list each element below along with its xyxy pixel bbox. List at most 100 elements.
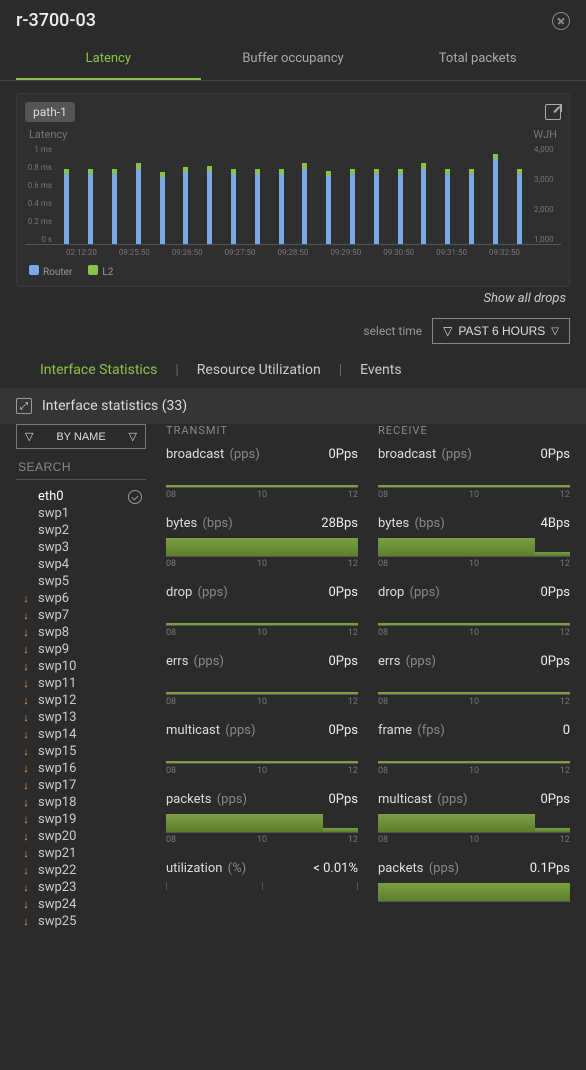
spark-x-tick: 12 — [348, 559, 358, 569]
bar — [302, 163, 307, 244]
spark-x-tick: 10 — [257, 835, 267, 845]
external-link-icon[interactable] — [545, 104, 561, 120]
legend-swatch — [88, 265, 98, 275]
metric-name: drop — [378, 585, 404, 600]
metric-value: 0Pps — [328, 585, 358, 600]
interface-list: eth0swp1swp2swp3swp4swp5↓swp6↓swp7↓swp8↓… — [16, 488, 146, 1070]
spark-x-tick: 10 — [469, 766, 479, 776]
interface-row-swp25[interactable]: ↓swp25 — [16, 913, 146, 930]
spark-x-tick: 12 — [560, 628, 570, 638]
metric-name: broadcast — [166, 447, 224, 462]
x-tick: 09:29:50 — [330, 248, 361, 257]
down-arrow-icon: ↓ — [20, 898, 32, 911]
interface-name: swp18 — [38, 795, 76, 810]
y-left-tick: 1 ms — [25, 145, 52, 154]
bar — [279, 169, 284, 244]
metric-unit: (pps) — [214, 792, 248, 807]
interface-name: swp23 — [38, 880, 76, 895]
interface-row-swp22[interactable]: ↓swp22 — [16, 862, 146, 879]
x-tick: 09:32:50 — [489, 248, 520, 257]
spark-x-tick: 08 — [166, 835, 176, 845]
interface-row-swp8[interactable]: ↓swp8 — [16, 624, 146, 641]
interface-name: swp1 — [38, 506, 69, 521]
x-tick: 09:26:50 — [172, 248, 203, 257]
interface-name: swp4 — [38, 557, 69, 572]
subtab-events[interactable]: Events — [360, 362, 401, 378]
bar — [255, 169, 260, 244]
interface-row-swp23[interactable]: ↓swp23 — [16, 879, 146, 896]
subtab-interface-statistics[interactable]: Interface Statistics — [40, 362, 157, 378]
metric-unit: (pps) — [406, 585, 440, 600]
metric-value: 28Bps — [321, 516, 358, 531]
interface-row-eth0[interactable]: eth0 — [16, 488, 146, 505]
interface-row-swp16[interactable]: ↓swp16 — [16, 760, 146, 777]
interface-stats-title: Interface statistics (33) — [42, 398, 187, 414]
interface-row-swp19[interactable]: ↓swp19 — [16, 811, 146, 828]
metric-unit: (pps) — [190, 654, 224, 669]
down-arrow-icon: ↓ — [20, 830, 32, 843]
spark-x-tick: 08 — [378, 697, 388, 707]
metric-value: 0.1Pps — [530, 861, 570, 876]
bar — [88, 169, 93, 244]
time-range-label: PAST 6 HOURS — [458, 324, 545, 338]
interface-row-swp13[interactable]: ↓swp13 — [16, 709, 146, 726]
metric-drop: drop (pps)0Pps081012 — [166, 585, 358, 638]
time-range-button[interactable]: ▽ PAST 6 HOURS ▽ — [432, 318, 570, 344]
metric-value: 0Pps — [540, 654, 570, 669]
sort-by-name-button[interactable]: ▽ BY NAME ▽ — [16, 424, 146, 449]
interface-name: swp3 — [38, 540, 69, 555]
metric-unit: (pps) — [434, 792, 468, 807]
interface-row-swp17[interactable]: ↓swp17 — [16, 777, 146, 794]
interface-row-swp21[interactable]: ↓swp21 — [16, 845, 146, 862]
sparkline — [166, 675, 358, 695]
interface-row-swp14[interactable]: ↓swp14 — [16, 726, 146, 743]
x-tick: 09:27:50 — [225, 248, 256, 257]
down-arrow-icon: ↓ — [20, 745, 32, 758]
search-input[interactable] — [16, 455, 146, 480]
spark-x-tick: 10 — [257, 559, 267, 569]
metric-value: 0Pps — [540, 585, 570, 600]
metric-errs: errs (pps)0Pps081012 — [166, 654, 358, 707]
latency-chart-card: path-1 Latency WJH 1 ms0.8 ms0.6 ms0.4 m… — [16, 93, 570, 287]
interface-row-swp11[interactable]: ↓swp11 — [16, 675, 146, 692]
metric-value: 0Pps — [328, 447, 358, 462]
subtab-resource-utilization[interactable]: Resource Utilization — [197, 362, 321, 378]
spark-x-tick: 10 — [257, 628, 267, 638]
interface-row-swp3[interactable]: swp3 — [16, 539, 146, 556]
interface-row-swp4[interactable]: swp4 — [16, 556, 146, 573]
metric-packets: packets (pps)0.1Pps — [378, 861, 570, 902]
close-icon[interactable] — [552, 12, 570, 30]
spark-x-tick: 12 — [560, 697, 570, 707]
interface-row-swp15[interactable]: ↓swp15 — [16, 743, 146, 760]
interface-row-swp6[interactable]: ↓swp6 — [16, 590, 146, 607]
show-all-drops-link[interactable]: Show all drops — [0, 287, 586, 306]
metric-unit: (fps) — [414, 723, 445, 738]
sparkline — [166, 537, 358, 557]
spark-x-tick: 10 — [469, 628, 479, 638]
interface-row-swp10[interactable]: ↓swp10 — [16, 658, 146, 675]
tab-buffer-occupancy[interactable]: Buffer occupancy — [201, 41, 386, 80]
metric-broadcast: broadcast (pps)0Pps081012 — [378, 447, 570, 500]
interface-row-swp7[interactable]: ↓swp7 — [16, 607, 146, 624]
interface-row-swp2[interactable]: swp2 — [16, 522, 146, 539]
tab-total-packets[interactable]: Total packets — [385, 41, 570, 80]
separator: | — [339, 362, 342, 378]
interface-row-swp20[interactable]: ↓swp20 — [16, 828, 146, 845]
expand-icon[interactable]: ⤢ — [16, 398, 32, 414]
bar — [493, 154, 498, 244]
interface-row-swp12[interactable]: ↓swp12 — [16, 692, 146, 709]
interface-row-swp5[interactable]: swp5 — [16, 573, 146, 590]
spark-x-tick: 08 — [378, 490, 388, 500]
interface-row-swp24[interactable]: ↓swp24 — [16, 896, 146, 913]
interface-name: swp19 — [38, 812, 76, 827]
spark-x-tick: 12 — [560, 490, 570, 500]
interface-name: swp6 — [38, 591, 69, 606]
interface-name: swp2 — [38, 523, 69, 538]
metric-name: broadcast — [378, 447, 436, 462]
spark-x-tick: 08 — [378, 835, 388, 845]
interface-row-swp9[interactable]: ↓swp9 — [16, 641, 146, 658]
bar — [517, 169, 522, 244]
tab-latency[interactable]: Latency — [16, 41, 201, 80]
interface-row-swp1[interactable]: swp1 — [16, 505, 146, 522]
interface-row-swp18[interactable]: ↓swp18 — [16, 794, 146, 811]
